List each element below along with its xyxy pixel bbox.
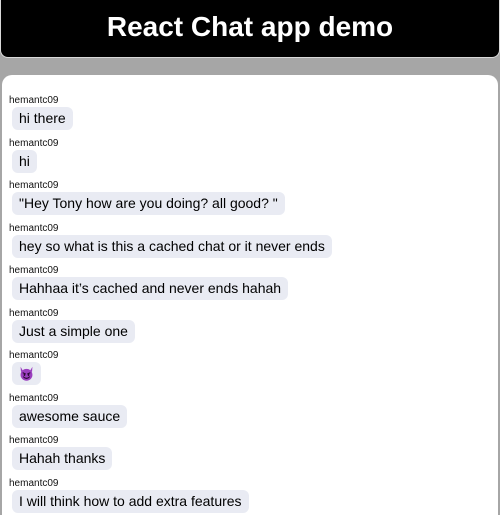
list-item: hemantc09 Hahhaa it’s cached and never e… xyxy=(9,265,494,308)
message-author: hemantc09 xyxy=(9,180,58,192)
list-item: hemantc09 hi xyxy=(9,138,494,181)
message-author: hemantc09 xyxy=(9,308,58,320)
message-bubble: I will think how to add extra features xyxy=(12,490,249,513)
message-author: hemantc09 xyxy=(9,95,58,107)
message-author: hemantc09 xyxy=(9,265,58,277)
chat-messages-panel[interactable]: hemantc09 hi there hemantc09 hi hemantc0… xyxy=(2,75,498,515)
message-bubble: Hahhaa it’s cached and never ends hahah xyxy=(12,277,288,300)
message-bubble: Hahah thanks xyxy=(12,447,112,470)
page-title: React Chat app demo xyxy=(1,10,499,44)
message-author: hemantc09 xyxy=(9,350,58,362)
message-bubble: "Hey Tony how are you doing? all good? " xyxy=(12,192,285,215)
message-bubble: Just a simple one xyxy=(12,320,135,343)
message-bubble: hi there xyxy=(12,107,73,130)
message-author: hemantc09 xyxy=(9,393,58,405)
message-author: hemantc09 xyxy=(9,223,58,235)
message-author: hemantc09 xyxy=(9,478,58,490)
list-item: hemantc09 Hahah thanks xyxy=(9,435,494,478)
message-bubble: awesome sauce xyxy=(12,405,127,428)
app-header: React Chat app demo xyxy=(0,0,500,58)
list-item: hemantc09 "Hey Tony how are you doing? a… xyxy=(9,180,494,223)
list-item: hemantc09 xyxy=(9,350,494,393)
message-bubble: hey so what is this a cached chat or it … xyxy=(12,235,332,258)
message-bubble xyxy=(12,362,41,385)
list-item: hemantc09 I will think how to add extra … xyxy=(9,478,494,515)
list-item: hemantc09 hey so what is this a cached c… xyxy=(9,223,494,266)
message-author: hemantc09 xyxy=(9,435,58,447)
message-list: hemantc09 hi there hemantc09 hi hemantc0… xyxy=(9,95,494,515)
list-item: hemantc09 hi there xyxy=(9,95,494,138)
smiling-devil-icon xyxy=(18,365,35,382)
list-item: hemantc09 Just a simple one xyxy=(9,308,494,351)
message-author: hemantc09 xyxy=(9,138,58,150)
list-item: hemantc09 awesome sauce xyxy=(9,393,494,436)
message-bubble: hi xyxy=(12,150,37,173)
